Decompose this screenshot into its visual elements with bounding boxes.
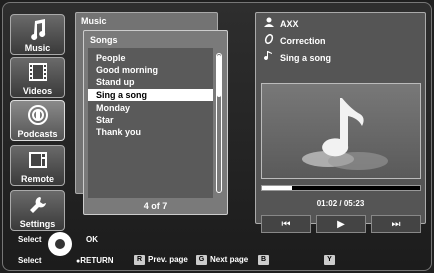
sidebar-item-music[interactable]: Music [10,14,65,55]
list-item[interactable]: Good morning [88,64,213,76]
help-return: ●RETURN [76,256,114,265]
wrench-icon [11,193,64,217]
help-select-label: Select [18,235,42,244]
help-select-ok: Select [18,235,42,244]
time-display: 01:02 / 05:23 [316,199,365,208]
prev-page-label: Prev. page [148,255,188,265]
page-indicator: 4 of 7 [143,201,168,211]
sidebar-item-label: Videos [22,86,53,96]
sidebar-item-label: Podcasts [17,129,58,139]
songs-panel: Songs People Good morning Stand up Sing … [83,30,228,215]
song-label: Sing a song [280,53,332,63]
person-icon [264,17,280,31]
previous-track-button[interactable]: ⏮ [261,215,311,233]
sidebar-item-videos[interactable]: Videos [10,57,65,98]
music-note-icon [264,51,280,65]
song-list: People Good morning Stand up Sing a song… [88,48,213,198]
list-item[interactable]: People [88,52,213,64]
skip-forward-icon: ⏭ [391,218,401,230]
help-prev-page: R Prev. page [134,255,188,265]
sidebar-item-label: Settings [19,219,56,229]
return-label: RETURN [80,256,114,265]
panel-title: Songs [90,35,118,45]
list-item-selected[interactable]: Sing a song [88,89,213,101]
progress-fill [262,186,293,190]
sidebar-item-remote[interactable]: Remote [10,145,65,186]
now-playing-panel: AXX Correction Sing a song 01:02 / 05:23… [255,12,426,233]
remote-icon [11,148,64,172]
b-key-icon: B [258,255,269,265]
panel-title: Music [81,16,107,26]
navigation-dial-icon [48,232,72,256]
play-button[interactable]: ▶ [316,215,366,233]
list-item[interactable]: Stand up [88,76,213,88]
play-icon: ▶ [337,218,345,230]
next-page-label: Next page [210,255,249,265]
sidebar-item-label: Remote [20,174,54,184]
album-row: Correction [264,33,326,48]
album-art [261,83,421,179]
artist-label: AXX [280,19,299,29]
film-icon [11,60,64,84]
next-track-button[interactable]: ⏭ [371,215,421,233]
skip-back-icon: ⏮ [281,218,291,230]
help-y-key: Y [324,255,338,265]
artist-row: AXX [264,17,299,31]
music-note-icon [11,17,64,41]
y-key-icon: Y [324,255,335,265]
r-key-icon: R [134,255,145,265]
help-b-key: B [258,255,272,265]
list-item[interactable]: Star [88,114,213,126]
disc-icon [264,33,280,48]
list-item[interactable]: Thank you [88,126,213,138]
help-ok-label: OK [86,235,98,244]
sidebar-item-settings[interactable]: Settings [10,190,65,231]
sidebar-item-label: Music [24,43,51,53]
help-select-return: Select [18,256,42,265]
podcast-icon [11,103,64,127]
help-next-page: G Next page [196,255,248,265]
progress-bar[interactable] [261,185,421,191]
album-label: Correction [280,36,326,46]
scrollbar-thumb[interactable] [217,55,221,97]
sidebar-item-podcasts[interactable]: Podcasts [10,100,65,141]
list-item[interactable]: Monday [88,102,213,114]
g-key-icon: G [196,255,207,265]
song-row: Sing a song [264,51,331,65]
